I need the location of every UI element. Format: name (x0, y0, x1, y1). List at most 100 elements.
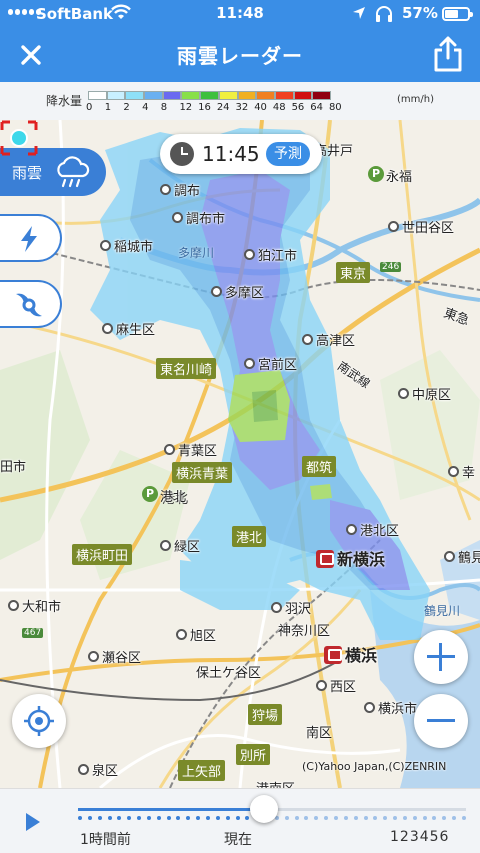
play-icon[interactable] (26, 813, 40, 831)
station-yokohama: 横浜 (324, 642, 377, 666)
parking-icon: P (368, 166, 384, 182)
lightning-layer-button[interactable] (0, 214, 62, 262)
legend-color-cell (312, 91, 331, 100)
zoom-in-button[interactable] (414, 630, 468, 684)
location-arrow-icon (353, 7, 365, 19)
timeline-label-future: 123456 (390, 829, 450, 845)
legend-value: 12 (179, 102, 193, 113)
timeline-tick (137, 816, 142, 820)
river-label: 鶴見川 (424, 604, 461, 618)
forecast-badge: 予測 (266, 142, 310, 166)
precipitation-legend: 降水量 0 1 2 4 8 12 16 24 32 40 48 56 64 80 (mm/h) (0, 82, 480, 120)
legend-value: 56 (291, 102, 305, 113)
timeline-tick (422, 816, 427, 820)
place-label: 泉区 (78, 760, 118, 779)
place-label: 多摩区 (211, 282, 264, 301)
timeline-tick (402, 816, 407, 820)
place-label: 旭区 (176, 625, 216, 644)
place-label: 高津区 (302, 330, 355, 349)
place-label: 永福 (386, 170, 413, 185)
timeline-tick (206, 816, 210, 820)
typhoon-layer-button[interactable] (0, 280, 62, 328)
place-label: 青葉区 (164, 440, 217, 459)
timeline-tick (186, 816, 191, 820)
legend-value: 2 (123, 102, 130, 113)
place-label: 神奈川区 (278, 624, 331, 639)
legend-value: 16 (198, 102, 211, 113)
timeline-tick (353, 816, 358, 820)
place-label: 緑区 (160, 536, 200, 555)
clock-icon (170, 142, 194, 166)
close-icon[interactable] (14, 38, 48, 72)
forecast-time: 11:45 (202, 142, 260, 166)
place-label: 鶴見 (444, 547, 480, 566)
legend-value: 4 (142, 102, 149, 113)
legend-label: 降水量 (46, 94, 83, 108)
timeline-tick (383, 816, 388, 820)
river-label: 多摩川 (178, 246, 215, 260)
locate-me-button[interactable] (12, 694, 66, 748)
share-icon[interactable] (430, 34, 466, 74)
zoom-out-button[interactable] (414, 694, 468, 748)
timeline-label-now: 現在 (224, 832, 252, 848)
timeline-tick (432, 816, 437, 820)
legend-color-cell (144, 91, 163, 100)
place-label: 麻生区 (102, 319, 155, 338)
header: 雨雲レーダー (0, 28, 480, 82)
station-label: 都筑 (302, 456, 337, 477)
train-icon (324, 646, 342, 664)
place-label: 港南区 (256, 778, 295, 788)
station-label: 狩場 (248, 704, 283, 725)
place-label: 世田谷区 (388, 217, 454, 236)
train-icon (316, 550, 334, 568)
timeline-tick (245, 816, 250, 820)
place-label: 調布 (160, 180, 200, 199)
rain-cloud-icon (57, 156, 90, 188)
timeline-tick (235, 816, 240, 820)
station-label: 港北 (232, 526, 267, 547)
legend-value: 40 (254, 102, 267, 113)
status-bar: SoftBank 11:48 57% (0, 0, 480, 28)
timeline-tick (373, 816, 378, 820)
forecast-time-pill[interactable]: 11:45 予測 (160, 134, 322, 174)
timeline-tick (452, 816, 457, 820)
legend-unit: (mm/h) (397, 94, 434, 105)
place-label: 南区 (306, 726, 333, 741)
timeline-tick (97, 816, 102, 820)
timeline-tick (462, 816, 466, 820)
legend-value: 24 (216, 102, 230, 113)
timeline-tick (225, 816, 230, 820)
station-label: 東京 (336, 262, 371, 283)
place-label: 田市 (0, 460, 27, 475)
timeline-tick (343, 816, 348, 820)
timeline-bar: 1時間前 現在 123456 (0, 788, 480, 853)
timeline-tick (324, 816, 329, 820)
legend-color-cell (293, 91, 313, 100)
place-label: 港北区 (346, 520, 399, 539)
current-location-marker (0, 120, 38, 156)
station-label: 横浜町田 (72, 544, 133, 565)
place-label: 調布市 (172, 208, 225, 227)
place-label: 中原区 (398, 384, 451, 403)
timeline-tick (284, 816, 289, 820)
timeline-tick (107, 816, 112, 820)
legend-color-cell (106, 91, 126, 100)
timeline-tick (442, 816, 447, 820)
rain-layer-label: 雨雲 (12, 164, 43, 182)
place-label: 宮前区 (244, 354, 297, 373)
page-title: 雨雲レーダー (177, 44, 303, 68)
legend-value: 32 (235, 102, 249, 113)
place-label: 狛江市 (244, 245, 297, 264)
lightning-icon (21, 226, 37, 252)
timeline-tick (196, 816, 201, 820)
place-label: 幸 (448, 462, 475, 481)
timeline-tick (304, 816, 309, 820)
timeline-tick (393, 816, 398, 820)
crosshair-icon (24, 706, 54, 736)
legend-color-cell (237, 91, 257, 100)
timeline-tick (146, 816, 151, 820)
timeline-tick (127, 816, 132, 820)
place-label: 港北 (160, 490, 187, 505)
legend-value: 8 (160, 102, 168, 113)
rain-radar-map[interactable]: 調布 調布市 稲城市 多摩川 狛江市 世田谷区 多摩区 麻生区 高津区 宮前区 … (0, 120, 480, 788)
